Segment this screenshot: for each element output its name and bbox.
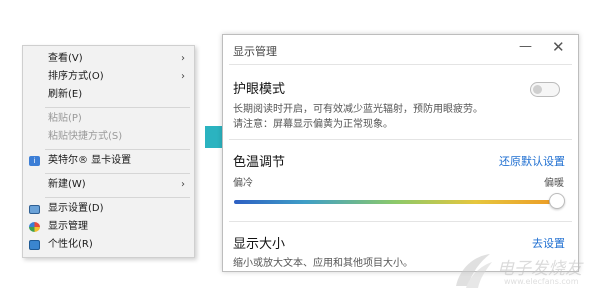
close-button[interactable]: ✕ <box>552 38 565 56</box>
watermark-url: www.elecfans.com <box>504 277 579 286</box>
menu-item-intel-graphics[interactable]: i 英特尔® 显卡设置 <box>23 152 194 170</box>
color-temp-heading: 色温调节 <box>233 155 286 170</box>
display-size-heading: 显示大小 <box>233 237 286 252</box>
menu-item-view-label: 查看(V) <box>48 53 83 64</box>
section-divider <box>229 139 572 140</box>
chevron-right-icon: › <box>181 179 185 190</box>
color-temp-slider-thumb[interactable] <box>549 193 565 209</box>
menu-separator <box>45 149 190 150</box>
eye-care-note: 请注意：屏幕显示偏黄为正常现象。 <box>233 119 393 130</box>
window-title: 显示管理 <box>233 45 277 58</box>
watermark: 电子发烧友 www.elecfans.com <box>452 248 592 294</box>
toggle-knob <box>533 85 542 94</box>
warm-label: 偏暖 <box>544 178 564 189</box>
watermark-logo-icon <box>456 254 492 288</box>
menu-item-display-manager[interactable]: 显示管理 <box>23 218 194 236</box>
title-divider <box>229 64 572 65</box>
menu-item-display-settings[interactable]: 显示设置(D) <box>23 200 194 218</box>
intel-graphics-icon: i <box>29 156 40 166</box>
menu-item-sort[interactable]: 排序方式(O) › <box>23 68 194 86</box>
menu-separator <box>45 197 190 198</box>
menu-item-paste-shortcut-label: 粘贴快捷方式(S) <box>48 131 123 142</box>
display-size-description: 缩小或放大文本、应用和其他项目大小。 <box>233 258 413 269</box>
menu-separator <box>45 107 190 108</box>
color-temp-slider-track[interactable] <box>234 200 556 204</box>
minimize-button[interactable]: — <box>519 39 532 54</box>
menu-item-personalize[interactable]: 个性化(R) <box>23 236 194 254</box>
section-divider <box>229 221 572 222</box>
display-manager-window: 显示管理 — ✕ 护眼模式 长期阅读时开启，可有效减少蓝光辐射，预防用眼疲劳。 … <box>222 34 579 272</box>
display-manager-icon <box>29 222 40 232</box>
eye-care-heading: 护眼模式 <box>233 82 286 97</box>
eye-care-description: 长期阅读时开启，可有效减少蓝光辐射，预防用眼疲劳。 <box>233 104 483 115</box>
menu-item-paste[interactable]: 粘贴(P) <box>23 110 194 128</box>
chevron-right-icon: › <box>181 53 185 64</box>
eye-care-toggle[interactable] <box>530 82 560 97</box>
display-settings-icon <box>29 205 40 214</box>
menu-item-new-label: 新建(W) <box>48 179 86 190</box>
chevron-right-icon: › <box>181 71 185 82</box>
desktop-context-menu: 查看(V) › 排序方式(O) › 刷新(E) 粘贴(P) 粘贴快捷方式(S) … <box>22 45 195 258</box>
menu-item-display-settings-label: 显示设置(D) <box>48 203 104 214</box>
menu-item-paste-shortcut[interactable]: 粘贴快捷方式(S) <box>23 128 194 146</box>
personalize-icon <box>29 240 40 250</box>
menu-item-display-manager-label: 显示管理 <box>48 221 88 232</box>
menu-item-sort-label: 排序方式(O) <box>48 71 104 82</box>
menu-item-refresh[interactable]: 刷新(E) <box>23 86 194 104</box>
menu-item-view[interactable]: 查看(V) › <box>23 50 194 68</box>
menu-item-personalize-label: 个性化(R) <box>48 239 93 250</box>
cool-label: 偏冷 <box>233 178 253 189</box>
menu-item-intel-graphics-label: 英特尔® 显卡设置 <box>48 155 132 166</box>
menu-item-paste-label: 粘贴(P) <box>48 113 82 124</box>
reset-default-link[interactable]: 还原默认设置 <box>499 153 565 169</box>
menu-item-refresh-label: 刷新(E) <box>48 89 83 100</box>
watermark-text: 电子发烧友 <box>497 259 582 279</box>
menu-item-new[interactable]: 新建(W) › <box>23 176 194 194</box>
menu-separator <box>45 173 190 174</box>
